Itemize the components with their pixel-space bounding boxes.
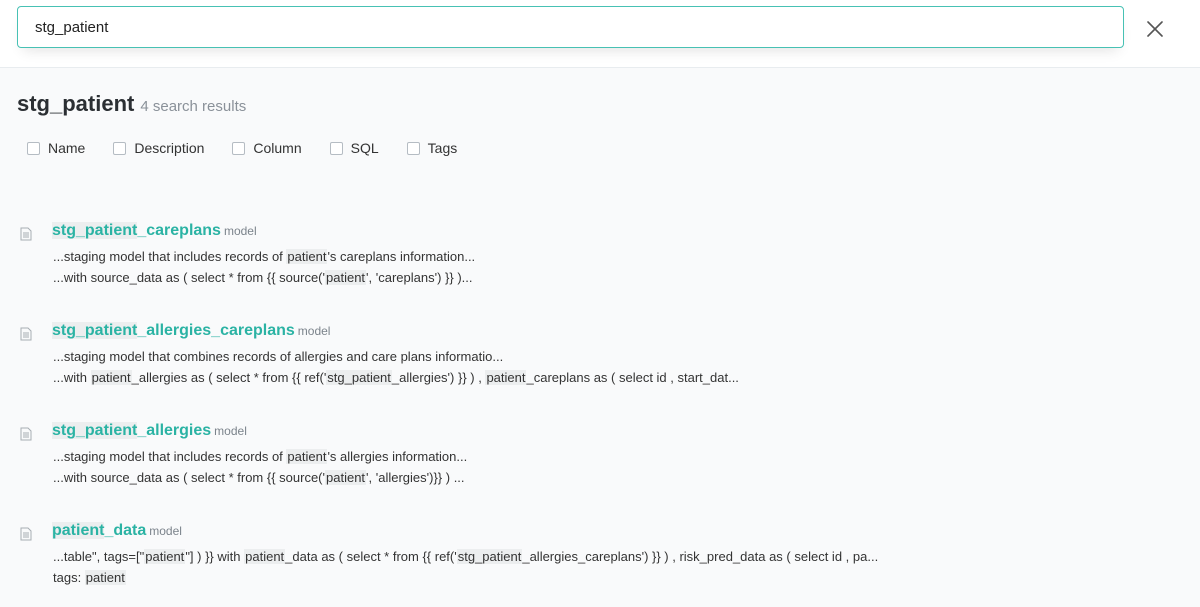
result-item: stg_patient_allergies model ...staging mo…	[0, 419, 1200, 499]
result-title: stg_patient_allergies model	[52, 422, 247, 440]
filter-name-checkbox[interactable]	[27, 141, 40, 155]
result-link[interactable]: stg_patient_allergies_careplans	[52, 322, 295, 339]
snippet-text: _data as ( select * from {{ ref('	[285, 549, 457, 564]
filter-tags[interactable]: Tags	[406, 140, 458, 156]
match-highlight: patient	[286, 449, 328, 464]
snippet-text: "] ) }} with	[185, 549, 245, 564]
match-highlight: patient	[485, 370, 527, 385]
snippet-text: ', 'allergies')}} ) ...	[366, 470, 465, 485]
result-item: stg_patient_allergies_careplans model ...…	[0, 319, 1200, 399]
match-highlight: patient	[144, 549, 186, 564]
document-icon	[20, 527, 32, 541]
filter-sql-checkbox[interactable]	[329, 141, 343, 155]
result-description: ...staging model that combines records o…	[53, 349, 503, 364]
document-icon	[20, 327, 32, 341]
result-item: stg_patient_careplans model ...staging mo…	[0, 219, 1200, 299]
result-snippet: ...with patient_allergies as ( select * …	[53, 370, 739, 385]
snippet-text: ...staging model that includes records o…	[53, 449, 287, 464]
filter-label: Column	[253, 140, 302, 156]
result-item: patient_data model ...table", tags=["pati…	[0, 519, 1200, 599]
search-input[interactable]	[17, 6, 1124, 48]
snippet-text: _careplans as ( select id , start_dat...	[526, 370, 739, 385]
result-name-rest: _allergies	[137, 422, 212, 439]
filter-tags-checkbox[interactable]	[406, 141, 420, 155]
result-description: ...staging model that includes records o…	[53, 249, 475, 264]
results-panel: stg_patient 4 search results Name Descrip…	[0, 69, 1200, 607]
filter-column-checkbox[interactable]	[232, 141, 246, 155]
result-name-rest: _careplans	[137, 222, 221, 239]
snippet-text: 's careplans information...	[327, 249, 476, 264]
match-highlight: patient	[325, 470, 367, 485]
filter-label: Description	[134, 140, 205, 156]
result-name-rest: _data	[104, 522, 147, 539]
snippet-text: ...staging model that combines records o…	[53, 349, 504, 364]
document-icon	[20, 227, 32, 241]
match-highlight: patient	[286, 249, 328, 264]
snippet-text: _allergies_careplans') }} ) , risk_pred_…	[522, 549, 879, 564]
result-snippet: ...table", tags=["patient"] ) }} with pa…	[53, 549, 878, 564]
snippet-text: _allergies as ( select * from {{ ref('	[131, 370, 327, 385]
close-button[interactable]	[1142, 16, 1168, 42]
close-icon	[1147, 21, 1163, 37]
filter-label: Name	[48, 140, 86, 156]
results-heading: stg_patient 4 search results	[17, 91, 246, 117]
snippet-text: _allergies') }} ) ,	[391, 370, 486, 385]
match-highlight: stg_patient	[456, 549, 523, 564]
snippet-text: ...with	[53, 370, 91, 385]
result-link[interactable]: stg_patient_careplans	[52, 222, 221, 239]
filter-sql[interactable]: SQL	[329, 140, 379, 156]
filter-column[interactable]: Column	[232, 140, 302, 156]
result-type: model	[297, 324, 331, 338]
page-title: stg_patient	[17, 91, 135, 116]
match-highlight: patient	[90, 370, 132, 385]
result-type: model	[149, 524, 182, 538]
snippet-text: tags:	[53, 570, 85, 585]
search-bar	[0, 0, 1200, 68]
result-title: stg_patient_careplans model	[52, 222, 257, 240]
snippet-text: ...staging model that includes records o…	[53, 249, 287, 264]
snippet-text: ...with source_data as ( select * from {…	[53, 270, 325, 285]
result-name-highlight: patient	[52, 522, 105, 539]
match-highlight: stg_patient	[326, 370, 392, 385]
match-highlight: patient	[244, 549, 286, 564]
result-type: model	[223, 224, 257, 238]
result-name-highlight: stg_patient	[52, 422, 138, 439]
result-type: model	[214, 424, 247, 438]
result-snippet: ...with source_data as ( select * from {…	[53, 470, 465, 485]
results-count: 4 search results	[140, 98, 247, 115]
filter-description[interactable]: Description	[113, 140, 204, 156]
filter-label: SQL	[350, 140, 379, 156]
snippet-text: 's allergies information...	[327, 449, 468, 464]
result-name-highlight: stg_patient	[52, 222, 138, 239]
snippet-text: ...table", tags=["	[53, 549, 145, 564]
result-tags: tags: patient	[53, 570, 126, 585]
filter-description-checkbox[interactable]	[113, 141, 127, 155]
match-highlight: patient	[84, 570, 126, 585]
match-highlight: patient	[325, 270, 367, 285]
filter-bar: Name Description Column SQL Tags	[27, 140, 485, 156]
filter-name[interactable]: Name	[27, 140, 85, 156]
result-snippet: ...with source_data as ( select * from {…	[53, 270, 472, 285]
result-title: patient_data model	[52, 522, 182, 540]
result-name-highlight: stg_patient	[52, 322, 138, 339]
snippet-text: ', 'careplans') }} )...	[366, 270, 473, 285]
filter-label: Tags	[427, 140, 458, 156]
result-link[interactable]: stg_patient_allergies	[52, 422, 211, 439]
result-description: ...staging model that includes records o…	[53, 449, 467, 464]
result-link[interactable]: patient_data	[52, 522, 146, 539]
result-title: stg_patient_allergies_careplans model	[52, 322, 330, 340]
document-icon	[20, 427, 32, 441]
result-name-rest: _allergies_careplans	[137, 322, 295, 339]
snippet-text: ...with source_data as ( select * from {…	[53, 470, 325, 485]
